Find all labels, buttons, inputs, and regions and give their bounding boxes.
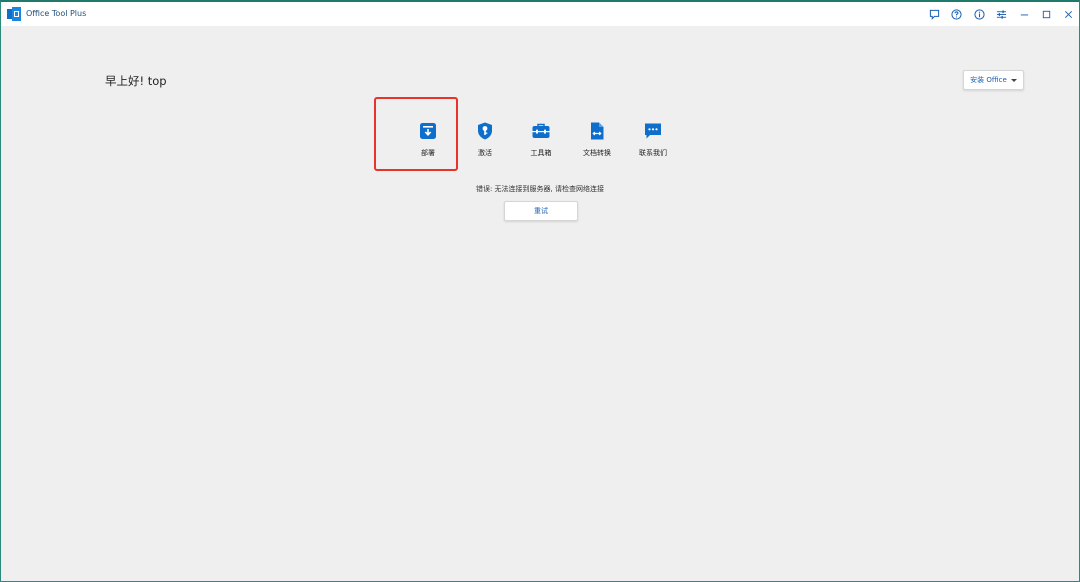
maximize-icon <box>1042 10 1050 18</box>
feedback-icon <box>929 9 939 20</box>
app-logo-icon <box>7 7 21 21</box>
info-icon <box>973 8 985 20</box>
feature-label: 文档转换 <box>583 149 611 157</box>
highlight-annotation <box>374 97 458 171</box>
title-bar: Office Tool Plus <box>1 2 1079 26</box>
info-button[interactable] <box>971 6 987 22</box>
feature-toolbox[interactable]: 工具箱 <box>515 116 567 164</box>
error-message: 错误: 无法连接到服务器, 请检查网络连接 <box>475 185 605 193</box>
feature-label: 工具箱 <box>530 149 552 157</box>
minimize-icon <box>1020 14 1028 15</box>
close-button[interactable] <box>1060 6 1076 22</box>
feedback-button[interactable] <box>926 6 942 22</box>
app-title: Office Tool Plus <box>26 9 87 18</box>
help-icon <box>950 8 962 20</box>
install-office-label: 安装 Office <box>970 76 1007 84</box>
feature-label: 联系我们 <box>639 149 667 157</box>
feature-document-convert[interactable]: 文档转换 <box>571 116 623 164</box>
greeting-text: 早上好! top <box>105 74 167 88</box>
chat-bubble-icon <box>645 123 661 139</box>
caret-down-icon <box>1010 78 1017 82</box>
retry-label: 重试 <box>534 207 548 215</box>
maximize-button[interactable] <box>1038 6 1054 22</box>
activate-shield-icon <box>478 122 492 140</box>
settings-button[interactable] <box>993 6 1009 22</box>
help-button[interactable] <box>948 6 964 22</box>
feature-label: 激活 <box>478 149 492 157</box>
app-window: Office Tool Plus 早上好! top 安装 Office 部署 激… <box>0 0 1080 582</box>
settings-icon <box>996 9 1006 19</box>
toolbox-icon <box>532 123 550 138</box>
document-convert-icon <box>591 122 604 140</box>
feature-contact-us[interactable]: 联系我们 <box>627 116 679 164</box>
install-office-dropdown[interactable]: 安装 Office <box>963 70 1024 90</box>
minimize-button[interactable] <box>1016 6 1032 22</box>
retry-button[interactable]: 重试 <box>504 201 578 221</box>
feature-activate[interactable]: 激活 <box>459 116 511 164</box>
close-icon <box>1064 10 1072 18</box>
